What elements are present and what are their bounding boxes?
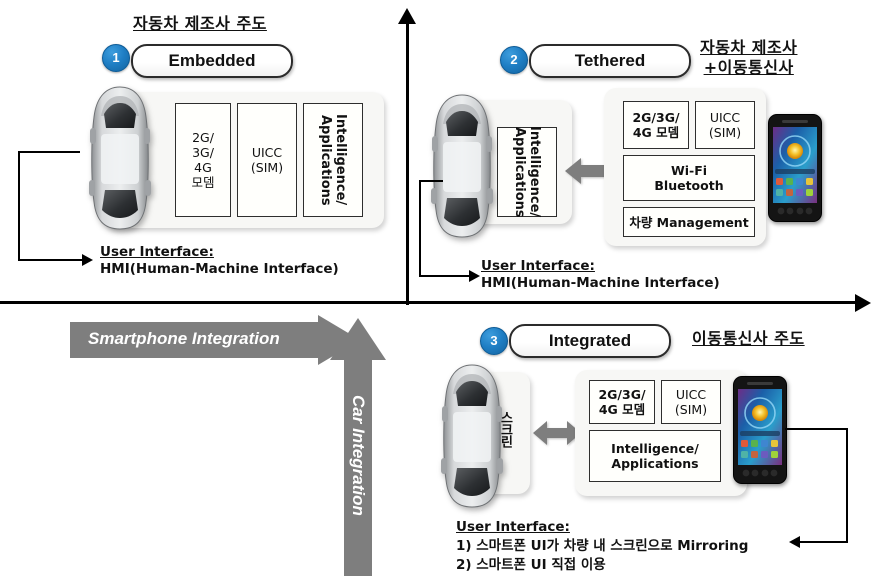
caption-line: HMI(Human-Machine Interface)	[100, 261, 339, 277]
module-box: Intelligence/Applications	[303, 103, 363, 217]
connector-line	[18, 151, 20, 261]
caption-heading: User Interface:	[100, 244, 214, 260]
module-box-text: UICC (SIM)	[250, 145, 284, 175]
quadrant-3-number-badge: 3	[480, 327, 508, 355]
y-axis-arrowhead-icon	[398, 8, 416, 24]
quadrant-2-number-badge: 2	[500, 46, 528, 74]
quadrant-3-caption: User Interface: 1) 스마트폰 UI가 차량 내 스크린으로 M…	[456, 518, 748, 575]
connector-line	[846, 428, 848, 543]
diagram-canvas: 자동차 제조사 주도 1 Embedded 2G/ 3G/ 4G 모뎀 UICC…	[0, 0, 885, 580]
module-box: Intelligence/Applications	[589, 430, 721, 482]
module-box: 2G/3G/4G 모뎀	[623, 101, 689, 149]
caption-line: HMI(Human-Machine Interface)	[481, 275, 720, 291]
car-top-view-icon	[424, 92, 500, 240]
module-box: UICC (SIM)	[695, 101, 755, 149]
quadrant-2-header-line2: +이동통신사	[703, 58, 794, 77]
module-box-text: 2G/3G/4G 모뎀	[632, 110, 680, 140]
module-box: Intelligence/Applications	[497, 126, 557, 218]
module-box-text: Intelligence/Applications	[611, 441, 699, 471]
y-axis-label: Car Integration	[349, 394, 368, 516]
module-box: Wi-Fi Bluetooth	[623, 155, 755, 201]
y-axis-label-wrap: Car Integration	[330, 360, 386, 550]
car-screen-label: 스크린	[494, 400, 516, 458]
connector-arrowhead-icon	[469, 270, 480, 282]
connector-arrowhead-icon	[789, 536, 800, 548]
module-box: UICC (SIM)	[661, 380, 721, 424]
connector-line	[800, 541, 848, 543]
module-box-text-vertical: Intelligence/Applications	[512, 126, 542, 218]
module-box: UICC (SIM)	[237, 103, 297, 217]
quadrant-2-header: 자동차 제조사 +이동통신사	[700, 38, 797, 78]
connector-line	[419, 180, 443, 182]
car-screen-label-text: 스크린	[497, 411, 513, 447]
quadrant-1-number-badge: 1	[102, 44, 130, 72]
quadrant-2-header-line1: 자동차 제조사	[700, 38, 798, 57]
caption-line: 1) 스마트폰 UI가 차량 내 스크린으로 Mirroring	[456, 538, 749, 554]
module-box: 2G/3G/4G 모뎀	[175, 103, 231, 217]
quadrant-3-header: 이동통신사 주도	[692, 329, 805, 348]
module-box-text: 차량 Management	[629, 214, 749, 230]
connector-arrowhead-icon	[82, 254, 93, 266]
quadrant-1-caption: User Interface: HMI(Human-Machine Interf…	[100, 244, 339, 278]
smartphone-icon	[733, 376, 787, 484]
connector-line	[18, 259, 84, 261]
module-box-text: UICC (SIM)	[708, 110, 742, 140]
car-top-view-icon	[82, 84, 158, 232]
module-box-text: 2G/3G/4G 모뎀	[191, 130, 215, 190]
quadrant-2-title-pill[interactable]: Tethered	[529, 44, 691, 78]
double-headed-arrow-icon	[533, 418, 581, 448]
caption-heading: User Interface:	[456, 519, 570, 535]
connector-line	[785, 428, 848, 430]
module-box-text: Wi-Fi Bluetooth	[654, 163, 724, 193]
caption-line: 2) 스마트폰 UI 직접 이용	[456, 557, 606, 573]
caption-heading: User Interface:	[481, 258, 595, 274]
quadrant-2-caption: User Interface: HMI(Human-Machine Interf…	[481, 258, 720, 292]
connector-line	[419, 180, 421, 277]
module-box-text: 2G/3G/4G 모뎀	[598, 387, 646, 417]
quadrant-1-title-pill[interactable]: Embedded	[131, 44, 293, 78]
module-box: 2G/3G/4G 모뎀	[589, 380, 655, 424]
module-box-text: UICC (SIM)	[674, 387, 708, 417]
module-box-text-vertical: Intelligence/Applications	[318, 114, 348, 206]
connector-line	[18, 151, 80, 153]
quadrant-1-header: 자동차 제조사 주도	[133, 14, 267, 33]
y-axis-line	[406, 22, 409, 305]
smartphone-icon	[768, 114, 822, 222]
x-axis-line	[0, 301, 858, 304]
x-axis-label: Smartphone Integration	[88, 329, 280, 348]
connector-line	[419, 275, 471, 277]
x-axis-arrowhead-icon	[855, 294, 871, 312]
quadrant-3-title-pill[interactable]: Integrated	[509, 324, 671, 358]
module-box: 차량 Management	[623, 207, 755, 237]
